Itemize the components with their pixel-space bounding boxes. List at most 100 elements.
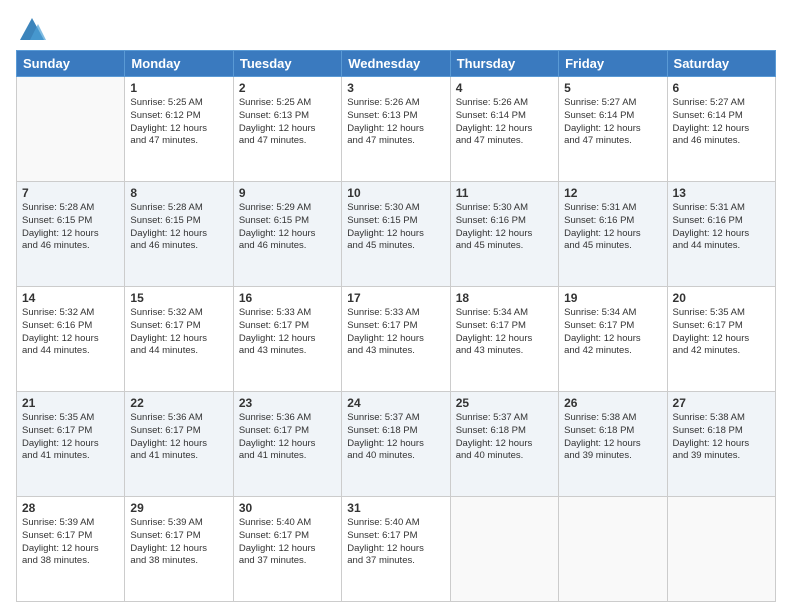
calendar-cell: 26 Sunrise: 5:38 AM Sunset: 6:18 PM Dayli… <box>559 392 667 497</box>
logo <box>16 16 46 40</box>
calendar-cell: 10 Sunrise: 5:30 AM Sunset: 6:15 PM Dayli… <box>342 182 450 287</box>
calendar-cell: 8Sunrise: 5:28 AM Sunset: 6:15 PM Daylig… <box>125 182 233 287</box>
calendar-cell <box>559 497 667 602</box>
day-info: Sunrise: 5:32 AM Sunset: 6:16 PM Dayligh… <box>22 307 119 358</box>
calendar-cell <box>667 497 775 602</box>
day-info: Sunrise: 5:40 AM Sunset: 6:17 PM Dayligh… <box>239 517 336 568</box>
day-number: 16 <box>239 291 336 305</box>
day-number: 29 <box>130 501 227 515</box>
calendar-cell: 23 Sunrise: 5:36 AM Sunset: 6:17 PM Dayli… <box>233 392 341 497</box>
calendar-cell: 18Sunrise: 5:34 AM Sunset: 6:17 PM Dayli… <box>450 287 558 392</box>
calendar-cell: 17Sunrise: 5:33 AM Sunset: 6:17 PM Dayli… <box>342 287 450 392</box>
day-number: 23 <box>239 396 336 410</box>
day-info: Sunrise: 5:30 AM Sunset: 6:15 PM Dayligh… <box>347 202 444 253</box>
calendar-cell: 22 Sunrise: 5:36 AM Sunset: 6:17 PM Dayli… <box>125 392 233 497</box>
day-number: 27 <box>673 396 770 410</box>
calendar-cell: 4 Sunrise: 5:26 AM Sunset: 6:14 PM Daylig… <box>450 77 558 182</box>
day-number: 6 <box>673 81 770 95</box>
day-info: Sunrise: 5:27 AM Sunset: 6:14 PM Dayligh… <box>673 97 770 148</box>
day-number: 5 <box>564 81 661 95</box>
calendar-cell: 31 Sunrise: 5:40 AM Sunset: 6:17 PM Dayli… <box>342 497 450 602</box>
calendar-cell: 6 Sunrise: 5:27 AM Sunset: 6:14 PM Daylig… <box>667 77 775 182</box>
calendar-cell: 20Sunrise: 5:35 AM Sunset: 6:17 PM Dayli… <box>667 287 775 392</box>
day-info: Sunrise: 5:39 AM Sunset: 6:17 PM Dayligh… <box>22 517 119 568</box>
day-info: Sunrise: 5:35 AM Sunset: 6:17 PM Dayligh… <box>22 412 119 463</box>
calendar-header-row: SundayMondayTuesdayWednesdayThursdayFrid… <box>17 51 776 77</box>
day-number: 30 <box>239 501 336 515</box>
day-number: 2 <box>239 81 336 95</box>
day-info: Sunrise: 5:34 AM Sunset: 6:17 PM Dayligh… <box>564 307 661 358</box>
day-number: 25 <box>456 396 553 410</box>
calendar-header-thursday: Thursday <box>450 51 558 77</box>
day-number: 9 <box>239 186 336 200</box>
calendar-cell <box>17 77 125 182</box>
calendar-week-2: 7 Sunrise: 5:28 AM Sunset: 6:15 PM Daylig… <box>17 182 776 287</box>
calendar-cell: 1 Sunrise: 5:25 AM Sunset: 6:12 PM Daylig… <box>125 77 233 182</box>
day-info: Sunrise: 5:36 AM Sunset: 6:17 PM Dayligh… <box>239 412 336 463</box>
day-info: Sunrise: 5:26 AM Sunset: 6:14 PM Dayligh… <box>456 97 553 148</box>
calendar-header-monday: Monday <box>125 51 233 77</box>
day-info: Sunrise: 5:36 AM Sunset: 6:17 PM Dayligh… <box>130 412 227 463</box>
day-number: 7 <box>22 186 119 200</box>
day-number: 12 <box>564 186 661 200</box>
day-number: 21 <box>22 396 119 410</box>
calendar-header-sunday: Sunday <box>17 51 125 77</box>
calendar-cell: 3 Sunrise: 5:26 AM Sunset: 6:13 PM Daylig… <box>342 77 450 182</box>
calendar-week-4: 21 Sunrise: 5:35 AM Sunset: 6:17 PM Dayli… <box>17 392 776 497</box>
calendar-table: SundayMondayTuesdayWednesdayThursdayFrid… <box>16 50 776 602</box>
day-info: Sunrise: 5:34 AM Sunset: 6:17 PM Dayligh… <box>456 307 553 358</box>
day-number: 24 <box>347 396 444 410</box>
calendar-cell: 28 Sunrise: 5:39 AM Sunset: 6:17 PM Dayli… <box>17 497 125 602</box>
day-number: 22 <box>130 396 227 410</box>
calendar-cell: 16 Sunrise: 5:33 AM Sunset: 6:17 PM Dayli… <box>233 287 341 392</box>
day-number: 3 <box>347 81 444 95</box>
calendar-cell: 27 Sunrise: 5:38 AM Sunset: 6:18 PM Dayli… <box>667 392 775 497</box>
day-info: Sunrise: 5:33 AM Sunset: 6:17 PM Dayligh… <box>239 307 336 358</box>
calendar-header-wednesday: Wednesday <box>342 51 450 77</box>
calendar-cell: 9Sunrise: 5:29 AM Sunset: 6:15 PM Daylig… <box>233 182 341 287</box>
day-number: 10 <box>347 186 444 200</box>
calendar-cell: 15 Sunrise: 5:32 AM Sunset: 6:17 PM Dayli… <box>125 287 233 392</box>
calendar-cell: 29Sunrise: 5:39 AM Sunset: 6:17 PM Dayli… <box>125 497 233 602</box>
day-info: Sunrise: 5:38 AM Sunset: 6:18 PM Dayligh… <box>564 412 661 463</box>
calendar-week-1: 1 Sunrise: 5:25 AM Sunset: 6:12 PM Daylig… <box>17 77 776 182</box>
day-info: Sunrise: 5:28 AM Sunset: 6:15 PM Dayligh… <box>130 202 227 253</box>
calendar-cell <box>450 497 558 602</box>
day-number: 14 <box>22 291 119 305</box>
logo-icon <box>18 16 46 44</box>
day-number: 28 <box>22 501 119 515</box>
day-number: 15 <box>130 291 227 305</box>
calendar-cell: 7 Sunrise: 5:28 AM Sunset: 6:15 PM Daylig… <box>17 182 125 287</box>
day-info: Sunrise: 5:37 AM Sunset: 6:18 PM Dayligh… <box>456 412 553 463</box>
day-info: Sunrise: 5:25 AM Sunset: 6:12 PM Dayligh… <box>130 97 227 148</box>
calendar-cell: 21 Sunrise: 5:35 AM Sunset: 6:17 PM Dayli… <box>17 392 125 497</box>
day-info: Sunrise: 5:31 AM Sunset: 6:16 PM Dayligh… <box>673 202 770 253</box>
calendar-week-5: 28 Sunrise: 5:39 AM Sunset: 6:17 PM Dayli… <box>17 497 776 602</box>
day-number: 31 <box>347 501 444 515</box>
day-info: Sunrise: 5:35 AM Sunset: 6:17 PM Dayligh… <box>673 307 770 358</box>
day-info: Sunrise: 5:26 AM Sunset: 6:13 PM Dayligh… <box>347 97 444 148</box>
header <box>16 16 776 40</box>
calendar-cell: 24 Sunrise: 5:37 AM Sunset: 6:18 PM Dayli… <box>342 392 450 497</box>
day-info: Sunrise: 5:32 AM Sunset: 6:17 PM Dayligh… <box>130 307 227 358</box>
calendar-week-3: 14 Sunrise: 5:32 AM Sunset: 6:16 PM Dayli… <box>17 287 776 392</box>
day-info: Sunrise: 5:28 AM Sunset: 6:15 PM Dayligh… <box>22 202 119 253</box>
calendar-cell: 11Sunrise: 5:30 AM Sunset: 6:16 PM Dayli… <box>450 182 558 287</box>
calendar-header-tuesday: Tuesday <box>233 51 341 77</box>
day-number: 4 <box>456 81 553 95</box>
day-number: 13 <box>673 186 770 200</box>
day-number: 26 <box>564 396 661 410</box>
calendar-cell: 25 Sunrise: 5:37 AM Sunset: 6:18 PM Dayli… <box>450 392 558 497</box>
day-info: Sunrise: 5:37 AM Sunset: 6:18 PM Dayligh… <box>347 412 444 463</box>
day-info: Sunrise: 5:38 AM Sunset: 6:18 PM Dayligh… <box>673 412 770 463</box>
day-number: 1 <box>130 81 227 95</box>
day-info: Sunrise: 5:31 AM Sunset: 6:16 PM Dayligh… <box>564 202 661 253</box>
calendar-cell: 2Sunrise: 5:25 AM Sunset: 6:13 PM Daylig… <box>233 77 341 182</box>
calendar-cell: 12 Sunrise: 5:31 AM Sunset: 6:16 PM Dayli… <box>559 182 667 287</box>
calendar-header-saturday: Saturday <box>667 51 775 77</box>
day-number: 11 <box>456 186 553 200</box>
day-info: Sunrise: 5:40 AM Sunset: 6:17 PM Dayligh… <box>347 517 444 568</box>
day-number: 19 <box>564 291 661 305</box>
calendar-cell: 5Sunrise: 5:27 AM Sunset: 6:14 PM Daylig… <box>559 77 667 182</box>
calendar-cell: 14 Sunrise: 5:32 AM Sunset: 6:16 PM Dayli… <box>17 287 125 392</box>
